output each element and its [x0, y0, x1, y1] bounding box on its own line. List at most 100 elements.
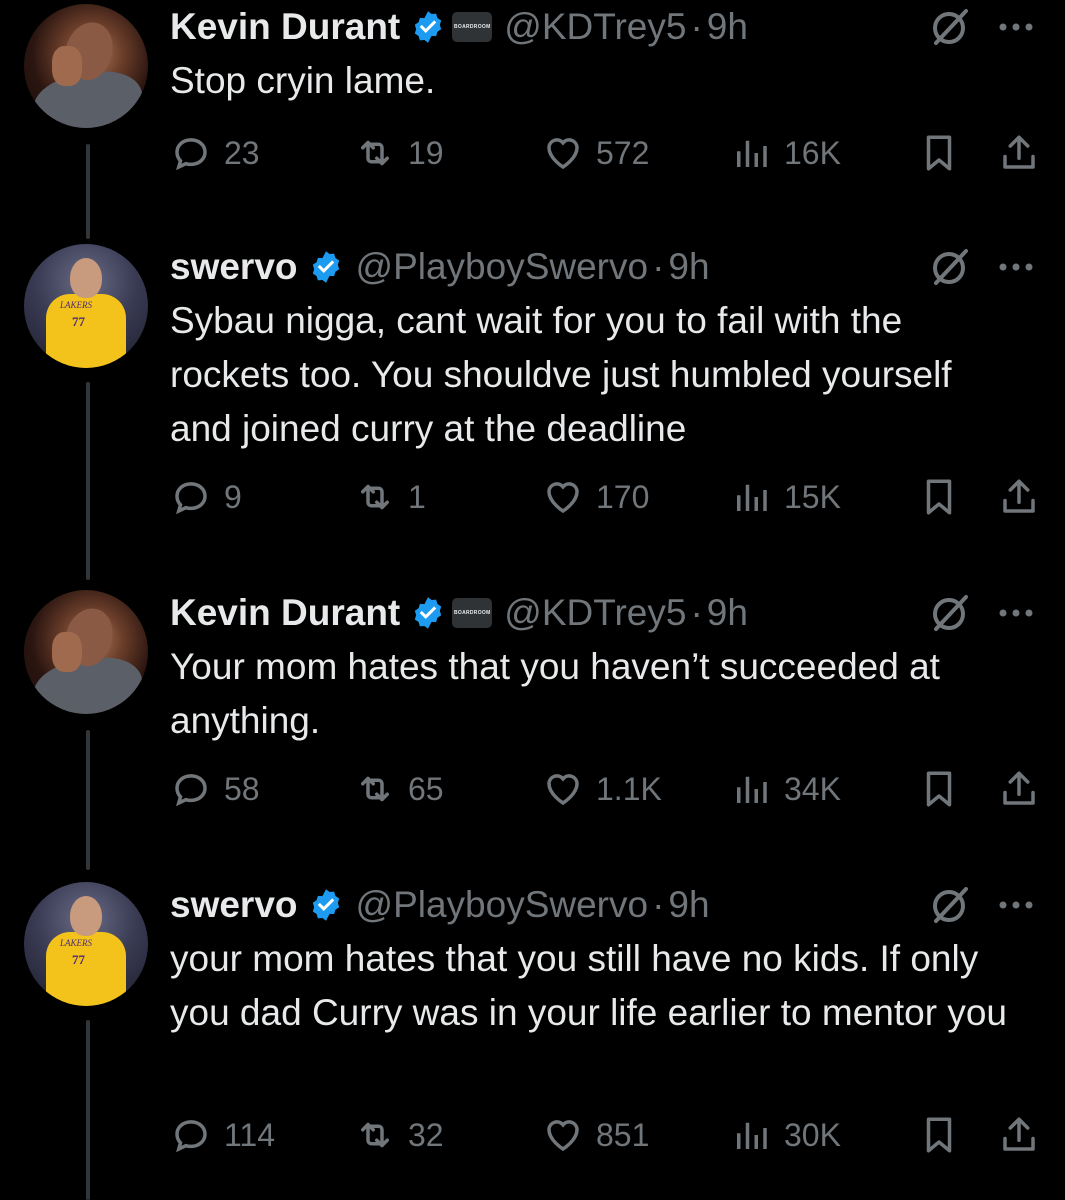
timestamp[interactable]: 9h — [707, 6, 748, 48]
like-button[interactable]: 572 — [542, 132, 649, 174]
tweet-header: swervo @PlayboySwervo · 9h — [170, 884, 710, 926]
views-icon — [737, 1122, 767, 1149]
share-button[interactable] — [998, 476, 1040, 518]
tweet-actions: 23 19 572 16K — [170, 132, 1050, 182]
more-icon[interactable] — [998, 607, 1034, 619]
reply-button[interactable]: 114 — [170, 1114, 275, 1156]
timestamp[interactable]: 9h — [668, 246, 709, 288]
author-handle[interactable]: @KDTrey5 — [504, 6, 686, 48]
views-button[interactable]: 34K — [730, 768, 841, 810]
reply-count: 58 — [224, 770, 260, 807]
retweet-button[interactable]: 32 — [354, 1114, 444, 1156]
thread-line — [86, 730, 90, 870]
bookmark-button[interactable] — [918, 476, 960, 518]
bookmark-button[interactable] — [918, 1114, 960, 1156]
more-icon[interactable] — [998, 899, 1034, 911]
thread-line — [86, 144, 90, 239]
retweet-count: 32 — [408, 1116, 444, 1153]
share-icon — [1003, 135, 1035, 169]
author-name[interactable]: swervo — [170, 246, 298, 288]
like-count: 851 — [596, 1116, 650, 1153]
tweet-header: Kevin Durant BOARDROOM @KDTrey5 · 9h — [170, 6, 748, 48]
grok-icon[interactable] — [928, 245, 972, 289]
like-icon — [547, 1120, 579, 1152]
views-button[interactable]: 30K — [730, 1114, 841, 1156]
reply-button[interactable]: 9 — [170, 476, 242, 518]
like-icon — [547, 138, 579, 170]
reply-icon — [175, 482, 207, 515]
bookmark-button[interactable] — [918, 768, 960, 810]
reply-button[interactable]: 58 — [170, 768, 260, 810]
views-button[interactable]: 15K — [730, 476, 841, 518]
reply-icon — [175, 774, 207, 807]
like-button[interactable]: 851 — [542, 1114, 649, 1156]
author-handle[interactable]: @KDTrey5 — [504, 592, 686, 634]
share-icon — [1003, 479, 1035, 513]
timestamp[interactable]: 9h — [707, 592, 748, 634]
retweet-count: 1 — [408, 478, 426, 515]
tweet-text: your mom hates that you still have no ki… — [170, 938, 1007, 1033]
retweet-icon — [361, 484, 389, 510]
verified-icon — [415, 11, 442, 43]
views-icon — [737, 484, 767, 511]
avatar[interactable] — [24, 590, 148, 714]
tweet-header: swervo @PlayboySwervo · 9h — [170, 246, 710, 288]
author-handle[interactable]: @PlayboySwervo — [356, 884, 649, 926]
grok-icon[interactable] — [928, 591, 972, 635]
reply-count: 23 — [224, 134, 260, 171]
avatar[interactable]: LAKERS 77 — [24, 244, 148, 368]
share-icon — [1003, 1117, 1035, 1151]
tweet-actions: 58 65 1.1K 34K — [170, 768, 1050, 818]
share-button[interactable] — [998, 132, 1040, 174]
tweet-actions: 9 1 170 15K — [170, 476, 1050, 526]
grok-icon[interactable] — [928, 883, 972, 927]
author-name[interactable]: Kevin Durant — [170, 592, 400, 634]
affiliate-badge[interactable]: BOARDROOM — [452, 598, 493, 628]
verified-icon — [312, 251, 339, 283]
reply-count: 9 — [224, 478, 242, 515]
more-icon[interactable] — [998, 21, 1034, 33]
views-button[interactable]: 16K — [730, 132, 841, 174]
share-button[interactable] — [998, 768, 1040, 810]
tweet-actions: 114 32 851 30K — [170, 1114, 1050, 1164]
retweet-button[interactable]: 1 — [354, 476, 426, 518]
retweet-count: 19 — [408, 134, 444, 171]
like-button[interactable]: 170 — [542, 476, 649, 518]
author-name[interactable]: swervo — [170, 884, 298, 926]
retweet-icon — [361, 1122, 389, 1148]
views-count: 30K — [784, 1116, 841, 1153]
like-icon — [547, 482, 579, 514]
author-handle[interactable]: @PlayboySwervo — [356, 246, 649, 288]
reply-icon — [175, 1120, 207, 1153]
like-count: 572 — [596, 134, 650, 171]
author-name[interactable]: Kevin Durant — [170, 6, 400, 48]
avatar[interactable] — [24, 4, 148, 128]
views-icon — [737, 776, 767, 803]
tweet-text: Your mom hates that you haven’t succeede… — [170, 646, 940, 741]
views-count: 34K — [784, 770, 841, 807]
tweet-header: Kevin Durant BOARDROOM @KDTrey5 · 9h — [170, 592, 748, 634]
retweet-button[interactable]: 65 — [354, 768, 444, 810]
timestamp[interactable]: 9h — [668, 884, 709, 926]
bookmark-icon — [926, 771, 952, 807]
thread-line — [86, 382, 90, 580]
avatar[interactable]: LAKERS 77 — [24, 882, 148, 1006]
tweet-text: Stop cryin lame. — [170, 60, 436, 101]
bookmark-button[interactable] — [918, 132, 960, 174]
bookmark-icon — [926, 1117, 952, 1153]
retweet-count: 65 — [408, 770, 444, 807]
reply-count: 114 — [224, 1116, 276, 1153]
grok-icon[interactable] — [928, 5, 972, 49]
share-button[interactable] — [998, 1114, 1040, 1156]
verified-icon — [312, 889, 339, 921]
retweet-button[interactable]: 19 — [354, 132, 444, 174]
like-count: 1.1K — [596, 770, 662, 807]
more-icon[interactable] — [998, 261, 1034, 273]
retweet-icon — [361, 140, 389, 166]
affiliate-badge[interactable]: BOARDROOM — [452, 12, 493, 42]
tweet-text: Sybau nigga, cant wait for you to fail w… — [170, 300, 952, 449]
like-button[interactable]: 1.1K — [542, 768, 662, 810]
like-count: 170 — [596, 478, 650, 515]
reply-button[interactable]: 23 — [170, 132, 260, 174]
like-icon — [547, 774, 579, 806]
